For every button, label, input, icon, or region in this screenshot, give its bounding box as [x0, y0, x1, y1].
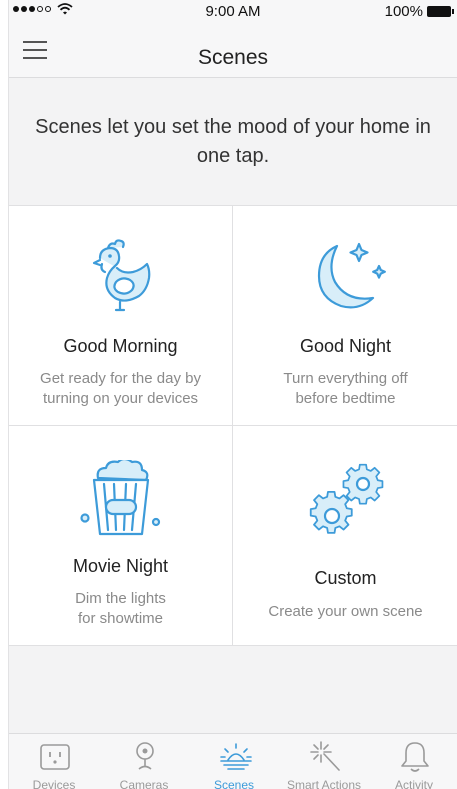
sunrise-icon [220, 743, 252, 770]
status-bar: 9:00 AM 100% [9, 0, 457, 22]
tab-activity[interactable]: Activity [369, 734, 457, 789]
scenes-grid: Good Morning Get ready for the day by tu… [9, 205, 457, 646]
tab-label: Cameras [119, 778, 169, 789]
scene-title: Movie Night [72, 556, 169, 576]
scene-description: Get ready for the day by turning on your… [40, 370, 201, 407]
scene-title: Custom [314, 568, 377, 588]
intro-text: Scenes let you set the mood of your home… [35, 115, 431, 167]
bell-icon [401, 742, 429, 772]
scene-description: Dim the lights for showtime [75, 590, 166, 627]
scene-title: Good Night [299, 336, 392, 356]
scenes-screen: 9:00 AM 100% Scenes Scenes let you set t… [8, 0, 457, 789]
tab-devices[interactable]: Devices [9, 734, 99, 789]
tab-smart-actions[interactable]: Smart Actions [279, 734, 369, 789]
gears-icon [309, 463, 383, 534]
scene-title: Good Morning [63, 336, 178, 356]
magic-wand-icon [310, 741, 340, 771]
outlet-icon [40, 744, 70, 770]
rooster-icon [92, 239, 150, 312]
scene-card-movie-night[interactable]: Movie Night Dim the lights for showtime [9, 426, 233, 646]
tab-scenes[interactable]: Scenes [189, 734, 279, 789]
battery-percent: 100% [384, 3, 423, 20]
battery-icon [427, 6, 454, 17]
scene-description: Create your own scene [268, 603, 423, 620]
tab-label: Devices [32, 778, 76, 789]
moon-stars-icon [317, 242, 386, 309]
tab-bar: Devices Cameras Scenes Smart Actions Act… [9, 733, 457, 789]
popcorn-icon [79, 460, 160, 536]
status-right: 100% [384, 3, 454, 20]
scene-card-good-morning[interactable]: Good Morning Get ready for the day by tu… [9, 206, 233, 426]
scene-card-custom[interactable]: Custom Create your own scene [233, 426, 457, 646]
tab-label: Scenes [213, 778, 255, 789]
camera-icon [136, 742, 154, 770]
scene-card-good-night[interactable]: Good Night Turn everything off before be… [233, 206, 457, 426]
tab-label: Activity [394, 778, 433, 789]
intro-banner: Scenes let you set the mood of your home… [9, 78, 457, 205]
nav-bar: Scenes [9, 22, 457, 78]
scene-description: Turn everything off before bedtime [283, 370, 408, 407]
tab-label: Smart Actions [286, 778, 362, 789]
page-title: Scenes [197, 46, 269, 69]
tab-cameras[interactable]: Cameras [99, 734, 189, 789]
